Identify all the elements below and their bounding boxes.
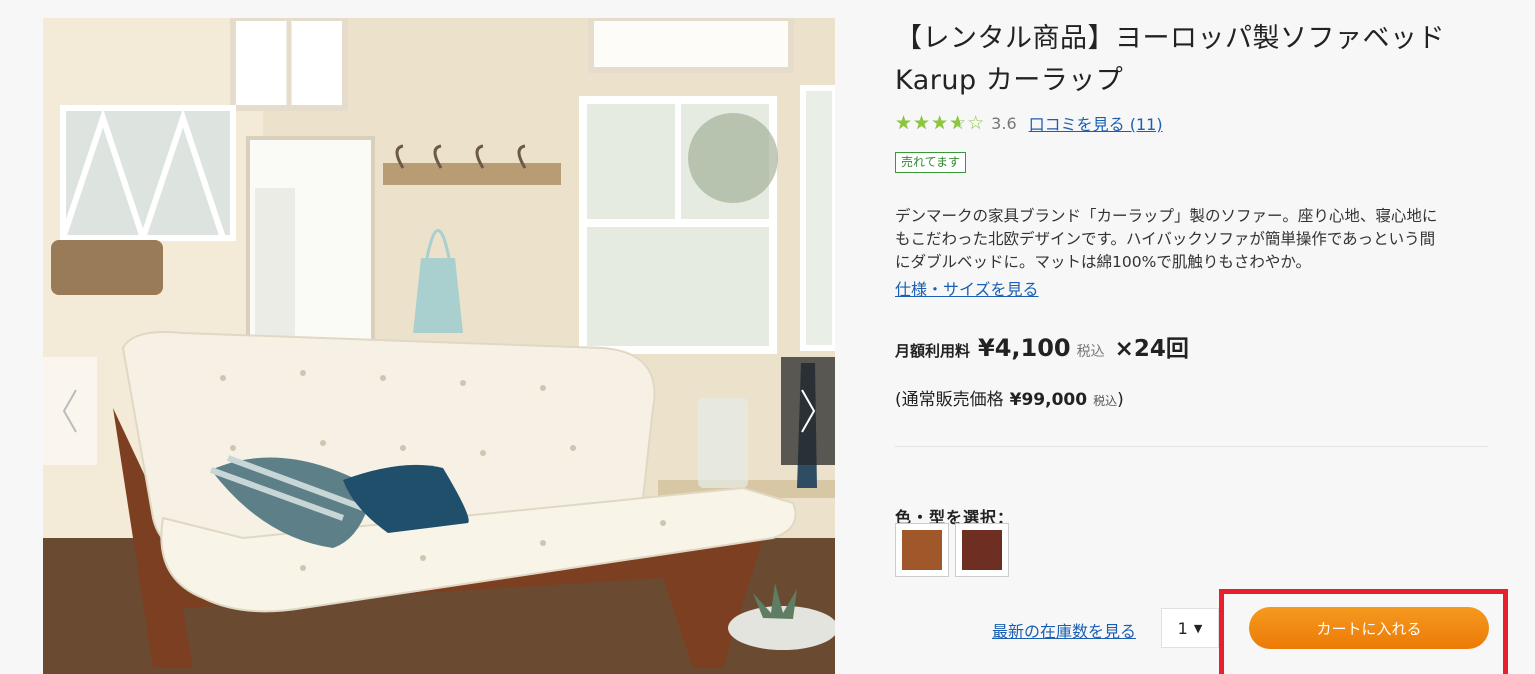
chevron-right-icon bbox=[801, 389, 816, 433]
monthly-price-label: 月額利用料 bbox=[895, 342, 971, 360]
swatch-light-brown[interactable] bbox=[895, 523, 949, 577]
divider bbox=[895, 446, 1488, 447]
regular-price-close: ) bbox=[1117, 390, 1124, 410]
quantity-value: 1 bbox=[1177, 618, 1188, 638]
product-image bbox=[43, 18, 835, 674]
reviews-link[interactable]: 口コミを見る (11) bbox=[1029, 111, 1163, 135]
color-swatches bbox=[895, 523, 1009, 577]
bestseller-badge: 売れてます bbox=[895, 152, 967, 173]
rating-stars-fill: ★★★★☆ bbox=[895, 112, 960, 134]
spec-size-link[interactable]: 仕様・サイズを見る bbox=[895, 276, 1039, 300]
product-title-line1: 【レンタル商品】ヨーロッパ製ソファベッド bbox=[895, 23, 1445, 54]
monthly-tax-label: 税込 bbox=[1076, 344, 1105, 360]
stock-check-link[interactable]: 最新の在庫数を見る bbox=[992, 618, 1136, 642]
regular-tax-label: 税込 bbox=[1093, 394, 1118, 408]
monthly-price-row: 月額利用料 ¥4,100 税込 ×24回 bbox=[895, 329, 1189, 363]
swatch-color bbox=[962, 530, 1002, 570]
installment-count: ×24回 bbox=[1114, 336, 1189, 362]
description-line: デンマークの家具ブランド「カーラップ」製のソファー。座り心地、寝心地に bbox=[895, 207, 1438, 225]
carousel-next-button[interactable] bbox=[781, 357, 835, 465]
carousel-prev-button[interactable] bbox=[43, 357, 97, 465]
product-title-line2: Karup カーラップ bbox=[895, 65, 1124, 96]
rating-row: ☆☆☆☆☆ ★★★★☆ 3.6 口コミを見る (11) bbox=[895, 111, 1163, 135]
regular-price-label: (通常販売価格 bbox=[895, 390, 1004, 410]
monthly-price: ¥4,100 bbox=[978, 334, 1071, 362]
product-title: 【レンタル商品】ヨーロッパ製ソファベッド Karup カーラップ bbox=[895, 18, 1495, 102]
description-line: にダブルベッドに。マットは綿100%で肌触りもさわやか。 bbox=[895, 253, 1312, 271]
product-info: 【レンタル商品】ヨーロッパ製ソファベッド Karup カーラップ ☆☆☆☆☆ ★… bbox=[895, 18, 1508, 674]
regular-price: ¥99,000 bbox=[1009, 390, 1088, 410]
swatch-dark-brown[interactable] bbox=[955, 523, 1009, 577]
description-line: もこだわった北欧デザインです。ハイバックソファが簡単操作であっという間 bbox=[895, 230, 1436, 248]
swatch-color bbox=[902, 530, 942, 570]
chevron-left-icon bbox=[62, 389, 77, 433]
regular-price-row: (通常販売価格 ¥99,000 税込 ) bbox=[895, 385, 1124, 410]
rating-value: 3.6 bbox=[991, 113, 1017, 133]
quantity-select[interactable]: 1 ▼ bbox=[1161, 608, 1219, 648]
dropdown-arrow-icon: ▼ bbox=[1193, 621, 1203, 635]
add-to-cart-button[interactable]: カートに入れる bbox=[1249, 607, 1489, 649]
rating-stars: ☆☆☆☆☆ ★★★★☆ bbox=[895, 111, 985, 135]
product-description: デンマークの家具ブランド「カーラップ」製のソファー。座り心地、寝心地に もこだわ… bbox=[895, 205, 1495, 274]
